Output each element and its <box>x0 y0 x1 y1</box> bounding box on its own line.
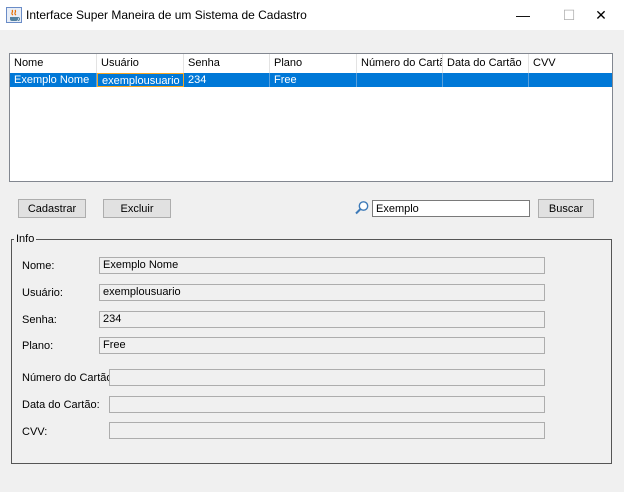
table-cell[interactable] <box>529 73 612 87</box>
usuario-label: Usuário: <box>22 287 63 299</box>
users-table[interactable]: Nome Usuário Senha Plano Número do Cartã… <box>9 53 613 182</box>
column-header-usuario[interactable]: Usuário <box>97 54 184 73</box>
search-input[interactable] <box>372 200 530 217</box>
nome-field[interactable]: Exemplo Nome <box>99 257 545 274</box>
table-cell[interactable] <box>443 73 529 87</box>
numero-cartao-field[interactable] <box>109 369 545 386</box>
minimize-icon: — <box>516 7 530 23</box>
title-bar: Interface Super Maneira de um Sistema de… <box>0 0 624 30</box>
buscar-button[interactable]: Buscar <box>538 199 594 218</box>
nome-label: Nome: <box>22 260 55 272</box>
excluir-button[interactable]: Excluir <box>103 199 171 218</box>
java-app-icon <box>6 7 22 23</box>
column-header-nome[interactable]: Nome <box>10 54 97 73</box>
column-header-plano[interactable]: Plano <box>270 54 357 73</box>
search-icon <box>355 201 369 215</box>
senha-label: Senha: <box>22 314 57 326</box>
column-header-cvv[interactable]: CVV <box>529 54 612 73</box>
column-header-senha[interactable]: Senha <box>184 54 270 73</box>
info-panel-title: Info <box>14 233 37 245</box>
column-header-data-cartao[interactable]: Data do Cartão <box>443 54 529 73</box>
data-cartao-label: Data do Cartão: <box>22 399 100 411</box>
plano-field[interactable]: Free <box>99 337 545 354</box>
cadastrar-button[interactable]: Cadastrar <box>18 199 86 218</box>
usuario-field[interactable]: exemplousuario <box>99 284 545 301</box>
close-icon: ✕ <box>595 6 607 23</box>
table-cell[interactable]: Exemplo Nome <box>10 73 97 87</box>
column-header-numero-cartao[interactable]: Número do Cartão <box>357 54 443 73</box>
numero-cartao-label: Número do Cartão: <box>22 372 116 384</box>
table-cell[interactable]: exemplousuario <box>97 73 184 87</box>
cvv-field[interactable] <box>109 422 545 439</box>
data-cartao-field[interactable] <box>109 396 545 413</box>
table-header: Nome Usuário Senha Plano Número do Cartã… <box>10 54 612 74</box>
plano-label: Plano: <box>22 340 54 352</box>
table-cell[interactable] <box>357 73 443 87</box>
maximize-icon: ☐ <box>562 6 576 23</box>
cvv-label: CVV: <box>22 426 48 438</box>
close-button[interactable]: ✕ <box>578 0 624 30</box>
table-cell[interactable]: Free <box>270 73 357 87</box>
minimize-button[interactable]: — <box>500 0 546 30</box>
table-row[interactable]: Exemplo Nome exemplousuario 234 Free <box>10 73 612 87</box>
senha-field[interactable]: 234 <box>99 311 545 328</box>
window-title: Interface Super Maneira de um Sistema de… <box>26 8 307 22</box>
table-cell[interactable]: 234 <box>184 73 270 87</box>
